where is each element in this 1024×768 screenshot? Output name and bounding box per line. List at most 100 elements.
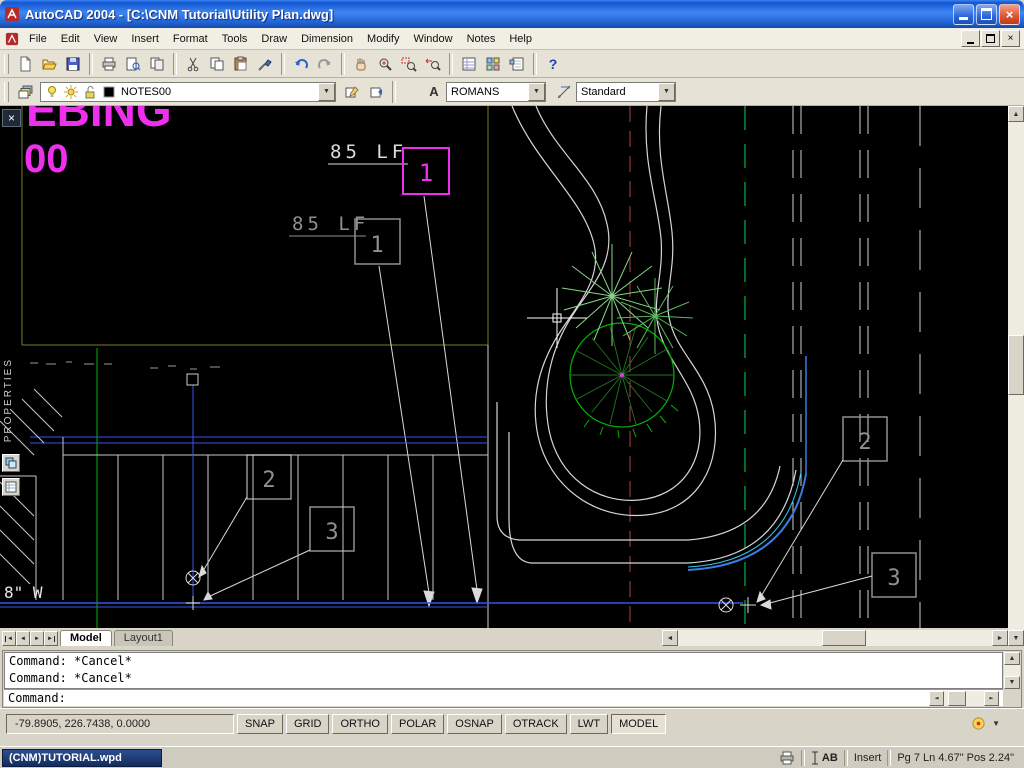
drawing-area[interactable]: EBING 00 85 LF 85 LF 1 1 2: [0, 106, 1008, 628]
toggle-otrack[interactable]: OTRACK: [505, 714, 567, 734]
dim-style-button[interactable]: [552, 81, 576, 103]
make-object-layer-current-button[interactable]: [340, 81, 364, 103]
command-scroll-right-button[interactable]: ►: [984, 691, 999, 706]
title-bar[interactable]: AutoCAD 2004 - [C:\CNM Tutorial\Utility …: [0, 0, 1024, 28]
toggle-ortho[interactable]: ORTHO: [332, 714, 388, 734]
command-scroll-up-button[interactable]: ▲: [1004, 652, 1020, 665]
vertical-scroll-track[interactable]: [1008, 122, 1024, 630]
zoom-realtime-button[interactable]: [373, 53, 397, 75]
command-scroll-left-button[interactable]: ◄: [929, 691, 944, 706]
tab-previous-button[interactable]: ◄: [16, 631, 30, 646]
command-prompt-row[interactable]: Command: ◄ ►: [4, 689, 1003, 706]
plot-button[interactable]: [97, 53, 121, 75]
publish-button[interactable]: [145, 53, 169, 75]
mdi-close-button[interactable]: ×: [1001, 30, 1020, 47]
pan-realtime-button[interactable]: [349, 53, 373, 75]
printer-status-icon[interactable]: [779, 751, 795, 765]
tab-first-button[interactable]: ◄: [2, 631, 16, 646]
palette-close-button[interactable]: ×: [2, 109, 21, 127]
close-button[interactable]: ×: [999, 4, 1020, 25]
tool-palettes-button[interactable]: [505, 53, 529, 75]
scroll-right-button[interactable]: ►: [992, 630, 1008, 646]
open-button[interactable]: [37, 53, 61, 75]
menu-item-file[interactable]: File: [22, 30, 54, 48]
toggle-osnap[interactable]: OSNAP: [447, 714, 502, 734]
command-scroll-thumb[interactable]: [948, 691, 966, 706]
text-style-combo-arrow[interactable]: ▼: [528, 83, 545, 101]
dim-style-combo[interactable]: Standard ▼: [576, 82, 676, 102]
toggle-grid[interactable]: GRID: [286, 714, 330, 734]
palette-autohide-button[interactable]: [2, 454, 20, 472]
palette-properties-button[interactable]: [2, 478, 20, 496]
coordinate-readout[interactable]: -79.8905, 226.7438, 0.0000: [6, 714, 234, 734]
menu-item-modify[interactable]: Modify: [360, 30, 406, 48]
undo-button[interactable]: [289, 53, 313, 75]
command-horizontal-scrollbar[interactable]: ◄ ►: [929, 691, 999, 706]
insert-mode-indicator[interactable]: Insert: [854, 752, 882, 764]
toggle-lwt[interactable]: LWT: [570, 714, 608, 734]
communication-center-icon[interactable]: [971, 716, 986, 731]
minimize-button[interactable]: [953, 4, 974, 25]
document-task-button[interactable]: (CNM)TUTORIAL.wpd: [2, 749, 162, 767]
scroll-left-button[interactable]: ◄: [662, 630, 678, 646]
horizontal-scroll-track[interactable]: [678, 630, 992, 646]
designcenter-button[interactable]: [481, 53, 505, 75]
menu-item-notes[interactable]: Notes: [460, 30, 503, 48]
toggle-snap[interactable]: SNAP: [237, 714, 283, 734]
restore-button[interactable]: [976, 4, 997, 25]
redo-button[interactable]: [313, 53, 337, 75]
text-style-combo[interactable]: ROMANS ▼: [446, 82, 546, 102]
page-position-indicator[interactable]: Pg 7 Ln 4.67" Pos 2.24": [897, 752, 1014, 764]
layer-combo[interactable]: NOTES00 ▼: [40, 82, 336, 102]
menu-item-view[interactable]: View: [87, 30, 125, 48]
match-properties-button[interactable]: [253, 53, 277, 75]
plot-preview-button[interactable]: [121, 53, 145, 75]
toolbar-grip[interactable]: [4, 54, 9, 74]
toolbar-grip[interactable]: [4, 82, 9, 102]
menu-item-draw[interactable]: Draw: [254, 30, 294, 48]
properties-button[interactable]: [457, 53, 481, 75]
horizontal-scrollbar[interactable]: ◄ ►: [662, 630, 1008, 646]
menu-item-edit[interactable]: Edit: [54, 30, 87, 48]
cut-button[interactable]: [181, 53, 205, 75]
command-scroll-track[interactable]: [944, 691, 984, 706]
menu-item-dimension[interactable]: Dimension: [294, 30, 360, 48]
command-window[interactable]: Command: *Cancel* Command: *Cancel* ▲ ▼ …: [2, 650, 1022, 708]
layer-previous-button[interactable]: [364, 81, 388, 103]
vertical-scroll-thumb[interactable]: [1008, 335, 1024, 395]
layer-combo-arrow[interactable]: ▼: [318, 83, 335, 101]
command-scroll-down-button[interactable]: ▼: [1004, 676, 1020, 689]
zoom-window-button[interactable]: [397, 53, 421, 75]
toggle-polar[interactable]: POLAR: [391, 714, 444, 734]
caret-indicator[interactable]: AB: [811, 751, 838, 765]
tab-layout1[interactable]: Layout1: [114, 630, 173, 646]
help-button[interactable]: ?: [541, 53, 565, 75]
tab-model[interactable]: Model: [60, 630, 112, 646]
scroll-down-button[interactable]: ▼: [1008, 630, 1024, 646]
qnew-button[interactable]: [13, 53, 37, 75]
toggle-model[interactable]: MODEL: [611, 714, 666, 734]
menu-item-format[interactable]: Format: [166, 30, 215, 48]
tab-last-button[interactable]: ►: [44, 631, 58, 646]
menu-item-window[interactable]: Window: [406, 30, 459, 48]
paste-button[interactable]: [229, 53, 253, 75]
properties-palette-strip[interactable]: × PROPERTIES: [0, 106, 22, 506]
save-button[interactable]: [61, 53, 85, 75]
copy-button[interactable]: [205, 53, 229, 75]
zoom-previous-button[interactable]: [421, 53, 445, 75]
tab-next-button[interactable]: ►: [30, 631, 44, 646]
dim-style-combo-arrow[interactable]: ▼: [658, 83, 675, 101]
menu-item-help[interactable]: Help: [502, 30, 539, 48]
command-history[interactable]: Command: *Cancel* Command: *Cancel*: [4, 652, 1003, 689]
command-scrollbar[interactable]: ▲ ▼: [1004, 652, 1020, 689]
layer-manager-button[interactable]: [13, 81, 37, 103]
scroll-up-button[interactable]: ▲: [1008, 106, 1024, 122]
drawing-canvas[interactable]: EBING 00 85 LF 85 LF 1 1 2: [0, 106, 1008, 628]
status-tray-arrow-icon[interactable]: ▼: [992, 719, 1000, 728]
vertical-scrollbar[interactable]: ▲ ▼: [1008, 106, 1024, 646]
horizontal-scroll-thumb[interactable]: [822, 630, 866, 646]
menu-item-insert[interactable]: Insert: [124, 30, 166, 48]
mdi-restore-button[interactable]: [981, 30, 1000, 47]
menu-item-tools[interactable]: Tools: [215, 30, 255, 48]
text-style-button[interactable]: A: [422, 81, 446, 103]
